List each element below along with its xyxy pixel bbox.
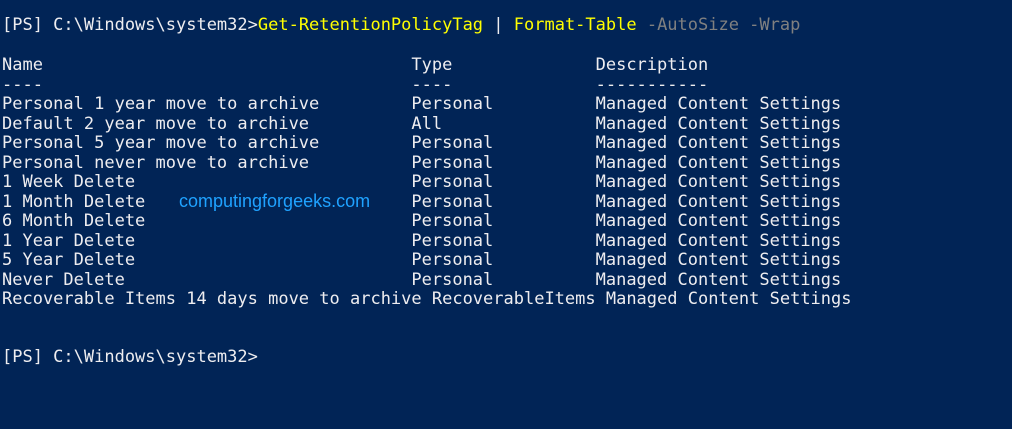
prompt: [PS] C:\Windows\system32> bbox=[2, 15, 258, 35]
table-row: Never Delete Personal Managed Content Se… bbox=[2, 269, 842, 290]
prompt-line: [PS] C:\Windows\system32> bbox=[2, 347, 258, 367]
table-row: Personal 1 year move to archive Personal… bbox=[2, 94, 842, 114]
watermark-text: computingforgeeks.com bbox=[179, 191, 371, 211]
table-row: Default 2 year move to archive All Manag… bbox=[2, 113, 842, 134]
powershell-console[interactable]: [PS] C:\Windows\system32>Get-RetentionPo… bbox=[0, 0, 1012, 429]
cmdlet-format-table: Format-Table bbox=[513, 15, 637, 35]
right-edge bbox=[1012, 0, 1024, 429]
table-row: Recoverable Items 14 days move to archiv… bbox=[2, 289, 852, 309]
command-line: [PS] C:\Windows\system32>Get-RetentionPo… bbox=[2, 15, 800, 35]
table-row: 1 Month Delete Personal Managed Content … bbox=[2, 191, 842, 212]
table-row: 1 Week Delete Personal Managed Content S… bbox=[2, 172, 842, 192]
table-header: Name Type Description bbox=[2, 55, 709, 75]
table-header-underline: ---- ---- ----------- bbox=[2, 75, 709, 95]
command-parameters: -AutoSize -Wrap bbox=[636, 15, 801, 35]
table-row: 6 Month Delete Personal Managed Content … bbox=[2, 211, 842, 231]
table-row: 5 Year Delete Personal Managed Content S… bbox=[2, 250, 842, 270]
table-row: 1 Year Delete Personal Managed Content S… bbox=[2, 230, 842, 251]
table-row: Personal never move to archive Personal … bbox=[2, 152, 842, 173]
pipe-operator: | bbox=[483, 15, 514, 35]
cmdlet-get-retentionpolicytag: Get-RetentionPolicyTag bbox=[257, 15, 484, 35]
table-row: Personal 5 year move to archive Personal… bbox=[2, 133, 842, 153]
